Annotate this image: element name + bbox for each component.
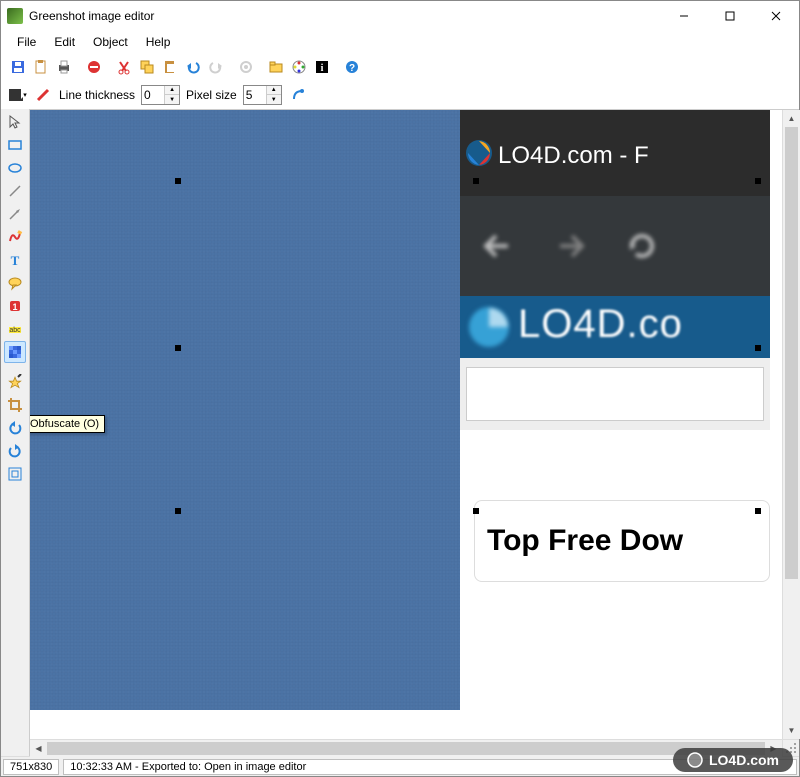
- obfuscate-tooltip: Obfuscate (O): [30, 415, 105, 433]
- watermark-text: LO4D.com: [709, 752, 779, 768]
- titlebar[interactable]: Greenshot image editor: [1, 1, 799, 31]
- open-folder-button[interactable]: [265, 56, 287, 78]
- menu-object[interactable]: Object: [85, 33, 136, 51]
- minimize-button[interactable]: [661, 1, 707, 31]
- paste-button[interactable]: [159, 56, 181, 78]
- vertical-scrollbar[interactable]: ▲ ▼: [782, 110, 799, 739]
- settings-button[interactable]: [235, 56, 257, 78]
- horizontal-scroll-thumb[interactable]: [47, 742, 765, 755]
- resize-tool[interactable]: [4, 463, 26, 485]
- rotate-right-tool[interactable]: [4, 440, 26, 462]
- text-tool[interactable]: T: [4, 249, 26, 271]
- close-button[interactable]: [753, 1, 799, 31]
- selection-handle[interactable]: [175, 178, 181, 184]
- property-bar: ▾ Line thickness ▲▼ Pixel size ▲▼: [1, 81, 799, 109]
- copy-button[interactable]: [30, 56, 52, 78]
- obfuscate-tool[interactable]: [4, 341, 26, 363]
- cursor-tool[interactable]: [4, 111, 26, 133]
- tool-palette: T 1 abc: [1, 109, 29, 756]
- vertical-scroll-thumb[interactable]: [785, 127, 798, 579]
- workarea: T 1 abc: [1, 109, 799, 756]
- line-thickness-label: Line thickness: [59, 88, 135, 102]
- ellipse-tool[interactable]: [4, 157, 26, 179]
- counter-tool[interactable]: 1: [4, 295, 26, 317]
- horizontal-scrollbar[interactable]: ◀ ▶: [30, 739, 782, 756]
- status-dimensions: 751x830: [3, 759, 59, 775]
- obfuscate-prop-icon[interactable]: ▾: [7, 85, 27, 105]
- svg-text:?: ?: [349, 63, 355, 74]
- scroll-up-arrow[interactable]: ▲: [783, 110, 800, 127]
- svg-text:abc: abc: [9, 327, 21, 334]
- svg-text:T: T: [11, 253, 20, 268]
- canvas[interactable]: LO4D.com - F LO4D.co Top Free Dow: [30, 110, 770, 710]
- greenshot-app-icon: [7, 8, 23, 24]
- rectangle-tool[interactable]: [4, 134, 26, 156]
- line-tool[interactable]: [4, 180, 26, 202]
- print-button[interactable]: [53, 56, 75, 78]
- selection-handle[interactable]: [175, 508, 181, 514]
- back-icon: [480, 228, 516, 264]
- freehand-tool[interactable]: [4, 226, 26, 248]
- delete-button[interactable]: [83, 56, 105, 78]
- help-button[interactable]: ?: [341, 56, 363, 78]
- undo-button[interactable]: [182, 56, 204, 78]
- pixel-size-down[interactable]: ▼: [267, 95, 281, 104]
- line-thickness-field[interactable]: [142, 87, 164, 103]
- selection-handle[interactable]: [175, 345, 181, 351]
- save-button[interactable]: [7, 56, 29, 78]
- menu-help[interactable]: Help: [138, 33, 179, 51]
- pixel-size-field[interactable]: [244, 87, 266, 103]
- pixel-size-up[interactable]: ▲: [267, 86, 281, 95]
- crop-tool[interactable]: [4, 394, 26, 416]
- banner-text: LO4D.co: [518, 302, 683, 347]
- selection-handle[interactable]: [755, 178, 761, 184]
- watermark: LO4D.com: [673, 748, 793, 772]
- duplicate-button[interactable]: [136, 56, 158, 78]
- scroll-left-arrow[interactable]: ◀: [30, 740, 47, 757]
- highlight-prop-icon[interactable]: [33, 85, 53, 105]
- selection-handle[interactable]: [473, 178, 479, 184]
- effects-tool[interactable]: [4, 371, 26, 393]
- browser-tab-text: LO4D.com - F: [498, 142, 649, 170]
- forward-icon: [552, 228, 588, 264]
- cut-button[interactable]: [113, 56, 135, 78]
- canvas-viewport[interactable]: LO4D.com - F LO4D.co Top Free Dow: [30, 110, 782, 739]
- selection-handle[interactable]: [473, 508, 479, 514]
- line-thickness-down[interactable]: ▼: [165, 95, 179, 104]
- reload-icon: [624, 228, 660, 264]
- speech-tool[interactable]: [4, 272, 26, 294]
- menu-edit[interactable]: Edit: [46, 33, 83, 51]
- effects-prop-icon[interactable]: [288, 85, 308, 105]
- svg-text:i: i: [321, 63, 324, 74]
- line-thickness-up[interactable]: ▲: [165, 86, 179, 95]
- pixel-size-label: Pixel size: [186, 88, 237, 102]
- arrow-tool[interactable]: [4, 203, 26, 225]
- svg-text:1: 1: [12, 302, 17, 312]
- highlight-tool[interactable]: abc: [4, 318, 26, 340]
- card-text: Top Free Dow: [474, 500, 770, 582]
- screenshot-area-right: LO4D.com - F LO4D.co Top Free Dow: [460, 110, 770, 710]
- selection-handle[interactable]: [755, 508, 761, 514]
- application-window: Greenshot image editor File Edit Object …: [0, 0, 800, 777]
- info-button[interactable]: i: [311, 56, 333, 78]
- rotate-left-tool[interactable]: [4, 417, 26, 439]
- selection-handle[interactable]: [755, 345, 761, 351]
- window-title: Greenshot image editor: [29, 9, 661, 23]
- scroll-down-arrow[interactable]: ▼: [783, 722, 800, 739]
- screenshot-area-left: [30, 110, 460, 710]
- line-thickness-input[interactable]: ▲▼: [141, 85, 180, 105]
- color-picker-button[interactable]: [288, 56, 310, 78]
- canvas-area: LO4D.com - F LO4D.co Top Free Dow: [29, 109, 799, 756]
- pixel-size-input[interactable]: ▲▼: [243, 85, 282, 105]
- redo-button[interactable]: [205, 56, 227, 78]
- menubar: File Edit Object Help: [1, 31, 799, 53]
- menu-file[interactable]: File: [9, 33, 44, 51]
- maximize-button[interactable]: [707, 1, 753, 31]
- main-toolbar: i ?: [1, 53, 799, 81]
